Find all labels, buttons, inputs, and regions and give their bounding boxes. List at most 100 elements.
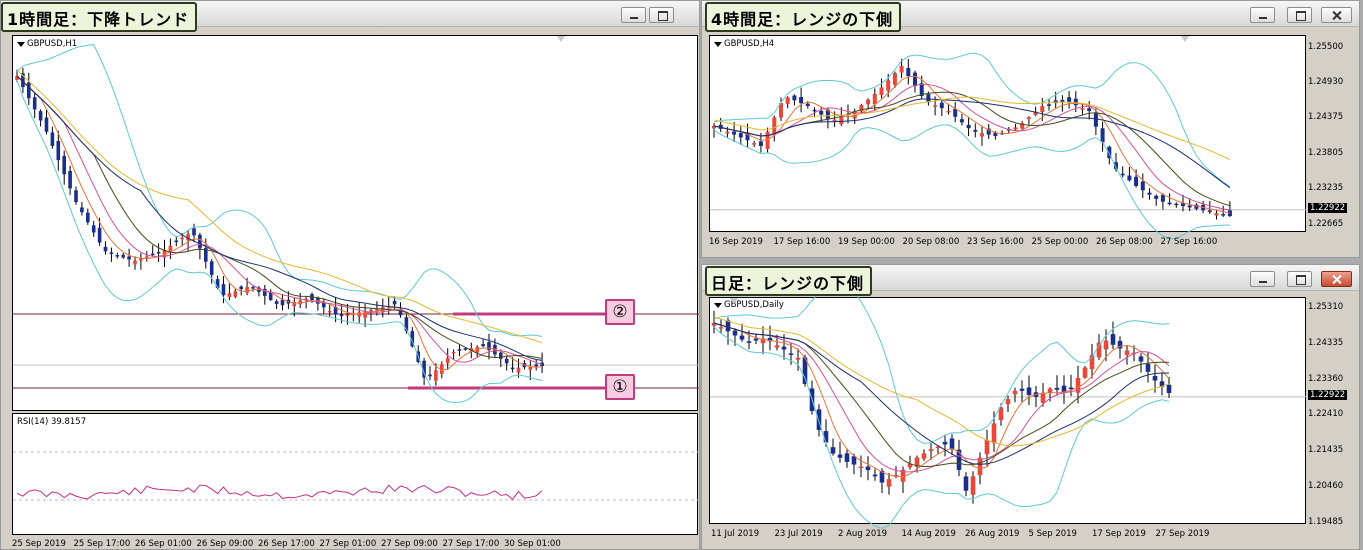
h1-ma-fast bbox=[16, 75, 543, 371]
daily-candle bbox=[774, 345, 780, 348]
h4-x-tick-label: 16 Sep 2019 bbox=[709, 237, 763, 247]
h1-candle bbox=[221, 284, 226, 296]
daily-y-tick-label: 1.25310 bbox=[1308, 301, 1344, 312]
h4-candle bbox=[899, 66, 904, 73]
h1-candle bbox=[428, 374, 432, 377]
h1-price-canvas[interactable]: GBPUSD,H1 bbox=[12, 35, 699, 411]
h1-minimize-button[interactable] bbox=[621, 7, 646, 23]
h4-current-price-label: 1.22922 bbox=[1308, 202, 1348, 213]
daily-price-canvas[interactable]: GBPUSD,Daily bbox=[709, 283, 1307, 529]
h4-candle bbox=[959, 119, 964, 123]
h4-candle bbox=[765, 131, 770, 150]
daily-candle bbox=[718, 327, 724, 329]
daily-y-axis: 1.25310 1.24335 1.23360 1.22922 1.22410 1.214… bbox=[1308, 297, 1359, 527]
h4-candle bbox=[819, 110, 824, 115]
h4-candle bbox=[1067, 97, 1072, 103]
h1-marker-upper: ② bbox=[605, 299, 635, 325]
daily-close-button[interactable] bbox=[1321, 271, 1352, 287]
h1-candle bbox=[528, 366, 533, 370]
h1-candle bbox=[392, 300, 397, 305]
h4-price-plot bbox=[710, 36, 1307, 240]
daily-y-tick-label: 1.20460 bbox=[1308, 480, 1344, 491]
h4-candle bbox=[1060, 99, 1065, 102]
h1-bollinger-lower bbox=[16, 79, 543, 404]
h1-candle bbox=[339, 314, 344, 317]
daily-candle bbox=[1145, 363, 1151, 372]
h4-minimize-button[interactable] bbox=[1250, 7, 1275, 23]
h1-candle bbox=[481, 344, 485, 347]
h4-candle bbox=[1047, 104, 1051, 106]
h1-x-tick-label: 25 Sep 2019 bbox=[12, 539, 66, 549]
daily-price-plot bbox=[710, 283, 1307, 529]
h1-x-tick-label: 27 Sep 09:00 bbox=[381, 539, 438, 549]
h4-y-tick-label: 1.24375 bbox=[1308, 111, 1344, 122]
h4-candle bbox=[946, 111, 951, 113]
daily-candle bbox=[921, 453, 927, 459]
h4-candle bbox=[1073, 98, 1078, 106]
h4-candle bbox=[1134, 176, 1139, 186]
h1-candle bbox=[38, 111, 43, 121]
daily-chart-window: 日足：レンジの下側 GBPUSD,Daily 1.25310 1.24335 1.2… bbox=[701, 264, 1360, 550]
daily-y-tick-label: 1.21435 bbox=[1308, 444, 1344, 455]
h4-candle bbox=[966, 124, 971, 129]
h4-y-tick-label: 1.22665 bbox=[1308, 218, 1344, 229]
h1-candle bbox=[457, 349, 462, 351]
h1-maximize-button[interactable] bbox=[649, 7, 674, 23]
h1-candle bbox=[74, 190, 78, 203]
h4-x-tick-label: 20 Sep 08:00 bbox=[902, 237, 960, 247]
daily-candle bbox=[739, 335, 745, 340]
h4-candle bbox=[933, 105, 938, 107]
h4-window-title: 4時間足：レンジの下側 bbox=[705, 2, 902, 32]
h1-rsi-canvas[interactable]: RSI(14) 39.8157 bbox=[12, 413, 699, 535]
daily-candle bbox=[977, 457, 983, 476]
daily-candle bbox=[1124, 350, 1130, 355]
daily-candle bbox=[1068, 387, 1074, 390]
h4-candle bbox=[839, 116, 844, 124]
h4-candle bbox=[732, 131, 737, 135]
h4-candle bbox=[980, 133, 984, 137]
h4-y-axis: 1.25500 1.24930 1.24375 1.23805 1.23235 1.229… bbox=[1308, 35, 1359, 232]
h1-candle bbox=[44, 117, 49, 132]
h4-candle bbox=[939, 102, 944, 109]
h4-candle bbox=[1040, 106, 1045, 113]
h4-price-canvas[interactable]: GBPUSD,H4 bbox=[709, 35, 1307, 240]
h1-candle bbox=[499, 352, 503, 359]
h1-candle bbox=[198, 234, 202, 249]
daily-candle bbox=[1110, 334, 1116, 345]
h4-candle bbox=[1174, 203, 1179, 206]
h4-candle bbox=[1100, 128, 1105, 143]
h1-candle bbox=[80, 207, 84, 213]
daily-candle bbox=[837, 454, 843, 458]
daily-candle bbox=[844, 453, 850, 462]
h4-x-tick-label: 25 Sep 00:00 bbox=[1031, 237, 1089, 247]
daily-maximize-button[interactable] bbox=[1287, 271, 1312, 287]
h1-candle bbox=[133, 260, 137, 265]
h4-candle bbox=[892, 73, 897, 85]
h1-candle bbox=[369, 310, 373, 312]
h1-candle bbox=[445, 358, 450, 364]
h1-candle bbox=[245, 287, 249, 293]
h1-candle bbox=[56, 140, 61, 161]
h4-close-button[interactable] bbox=[1321, 7, 1352, 23]
h4-candle bbox=[886, 80, 891, 91]
h1-candle bbox=[127, 256, 131, 260]
h4-y-tick-label: 1.25500 bbox=[1308, 41, 1344, 52]
h4-candle bbox=[973, 129, 978, 132]
h4-maximize-button[interactable] bbox=[1287, 7, 1312, 23]
daily-candle bbox=[1082, 367, 1088, 378]
h1-x-tick-label: 26 Sep 01:00 bbox=[135, 539, 192, 549]
daily-candle bbox=[865, 466, 871, 471]
h4-chart-window: 4時間足：レンジの下側 GBPUSD,H4 1.25500 1.24930 1.24… bbox=[701, 0, 1360, 258]
daily-y-tick-label: 1.22410 bbox=[1308, 408, 1344, 419]
h1-candle bbox=[510, 367, 515, 370]
h4-candle bbox=[1154, 195, 1159, 199]
h1-candle bbox=[121, 254, 125, 258]
h1-candle bbox=[86, 212, 90, 223]
h4-candle bbox=[1167, 202, 1172, 205]
daily-minimize-button[interactable] bbox=[1250, 271, 1275, 287]
h1-candle bbox=[274, 301, 279, 304]
daily-candle bbox=[956, 449, 962, 470]
daily-y-tick-label: 1.23360 bbox=[1308, 373, 1344, 384]
h1-x-tick-label: 30 Sep 01:00 bbox=[504, 539, 561, 549]
daily-candle bbox=[1026, 387, 1032, 395]
